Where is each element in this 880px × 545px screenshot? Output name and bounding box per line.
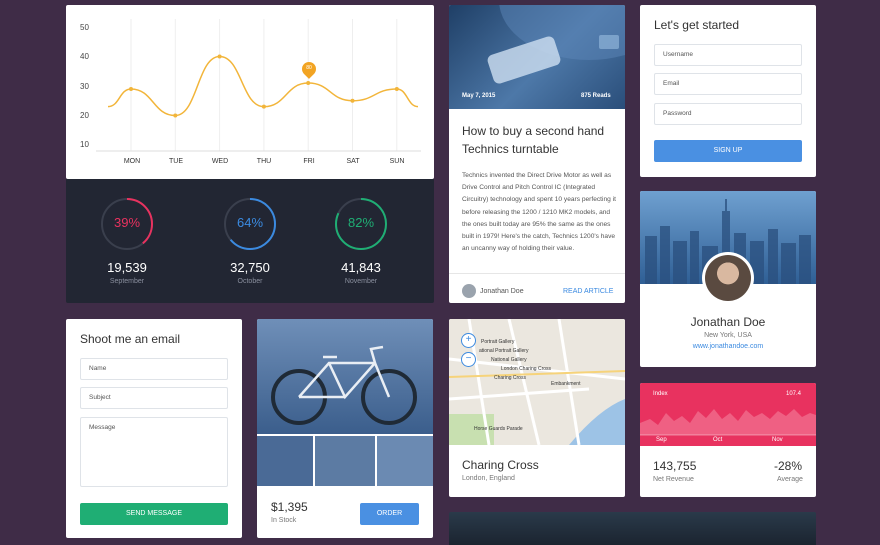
landscape-image-card — [449, 512, 816, 545]
x-tick: MON — [123, 158, 141, 165]
average-change-value: -28% — [774, 459, 803, 473]
profile-location: New York, USA — [704, 332, 752, 339]
bike-image[interactable] — [257, 319, 433, 434]
x-tick: SAT — [346, 158, 360, 165]
stock-status: In Stock — [271, 517, 297, 524]
article-title[interactable]: How to buy a second hand Technics turnta… — [462, 122, 617, 158]
article-body: Technics invented the Direct Drive Motor… — [462, 172, 616, 253]
email-form-title: Shoot me an email — [80, 332, 181, 346]
article-author: Jonathan Doe — [480, 288, 524, 295]
data-point[interactable] — [173, 113, 178, 118]
stat-value: 41,843 — [341, 260, 381, 275]
message-textarea[interactable]: Message — [80, 417, 228, 487]
data-point[interactable] — [306, 81, 311, 86]
map-place-title: Charing Cross — [462, 458, 539, 472]
data-point[interactable] — [217, 54, 222, 59]
zoom-out-icon[interactable]: − — [461, 352, 476, 367]
line-chart-card: 50 40 30 20 10 MON TUE WED THU FRI SAT S… — [66, 5, 434, 179]
divider — [449, 273, 625, 274]
data-point[interactable] — [394, 86, 399, 91]
product-price: $1,395 — [271, 500, 308, 514]
password-input[interactable]: Password — [654, 103, 802, 125]
signup-title: Let's get started — [654, 18, 740, 32]
product-card: $1,395 In Stock ORDER — [257, 319, 433, 538]
x-tick: SUN — [389, 158, 405, 165]
stat-percent: 82% — [347, 215, 375, 230]
bike-illustration — [271, 345, 417, 425]
article-card: May 7, 2015 875 Reads How to buy a secon… — [449, 5, 625, 303]
email-form-card: Shoot me an email Name Subject Message S… — [66, 319, 242, 538]
zoom-in-icon[interactable]: + — [461, 333, 476, 348]
net-revenue-label: Net Revenue — [653, 476, 694, 483]
thumbnail-handlebar[interactable] — [377, 436, 433, 486]
stat-value: 19,539 — [107, 260, 147, 275]
data-point[interactable] — [350, 98, 355, 103]
stat-label: September — [109, 278, 145, 285]
x-tick: FRI — [303, 158, 315, 165]
stat-percent: 64% — [236, 215, 264, 230]
name-input[interactable]: Name — [80, 358, 228, 380]
index-label: Index — [653, 391, 668, 397]
profile-name: Jonathan Doe — [690, 315, 766, 329]
map-label: Embankment — [551, 381, 581, 387]
stat-label: October — [237, 278, 263, 285]
chart-marker-label: 80 — [306, 65, 312, 71]
x-tick: WED — [211, 158, 229, 165]
map-card: + − Portrait Gallery ational Portrait Ga… — [449, 319, 625, 497]
map-label: Charing Cross — [494, 375, 526, 381]
order-button[interactable]: ORDER — [360, 503, 419, 525]
stat-percent: 39% — [113, 215, 141, 230]
x-tick: TUE — [169, 158, 183, 165]
stat-label: November — [344, 278, 378, 285]
x-tick: THU — [256, 158, 272, 165]
map-label: ational Portrait Gallery — [479, 348, 529, 354]
thumbnail-saddle[interactable] — [257, 436, 313, 486]
map-address: London, England — [462, 475, 515, 482]
map-label: London Charing Cross — [501, 366, 552, 372]
profile-card: Jonathan Doe New York, USA www.jonathand… — [640, 191, 816, 367]
profile-url-link[interactable]: www.jonathandoe.com — [640, 343, 816, 350]
line-chart — [96, 19, 421, 152]
month-label: Nov — [772, 437, 783, 443]
index-value: 107.4 — [786, 391, 802, 397]
username-input[interactable]: Username — [654, 44, 802, 66]
stat-value: 32,750 — [230, 260, 270, 275]
read-article-link[interactable]: READ ARTICLE — [563, 288, 613, 295]
signup-button[interactable]: SIGN UP — [654, 140, 802, 162]
author-avatar — [462, 284, 476, 298]
net-revenue-value: 143,755 — [653, 459, 697, 473]
article-reads: 875 Reads — [581, 93, 611, 99]
month-label: Sep — [656, 437, 667, 443]
stats-panel: 39% 19,539 September 64% 32,750 October … — [66, 179, 434, 303]
month-label: Oct — [713, 437, 723, 443]
signup-card: Let's get started Username Email Passwor… — [640, 5, 816, 177]
map-label: Horse Guards Parade — [474, 426, 523, 432]
map-label: Portrait Gallery — [481, 339, 515, 345]
email-input[interactable]: Email — [654, 73, 802, 95]
average-label: Average — [777, 476, 803, 483]
data-point[interactable] — [261, 104, 266, 109]
map-label: National Gallery — [491, 357, 527, 363]
profile-avatar[interactable] — [705, 255, 751, 301]
thumbnail-frame[interactable] — [315, 436, 375, 486]
send-message-button[interactable]: SEND MESSAGE — [80, 503, 228, 525]
revenue-card: Index 107.4 Sep Oct Nov 143,755 Net Reve… — [640, 383, 816, 497]
data-point[interactable] — [129, 86, 133, 91]
subject-input[interactable]: Subject — [80, 387, 228, 409]
article-date: May 7, 2015 — [462, 93, 496, 99]
